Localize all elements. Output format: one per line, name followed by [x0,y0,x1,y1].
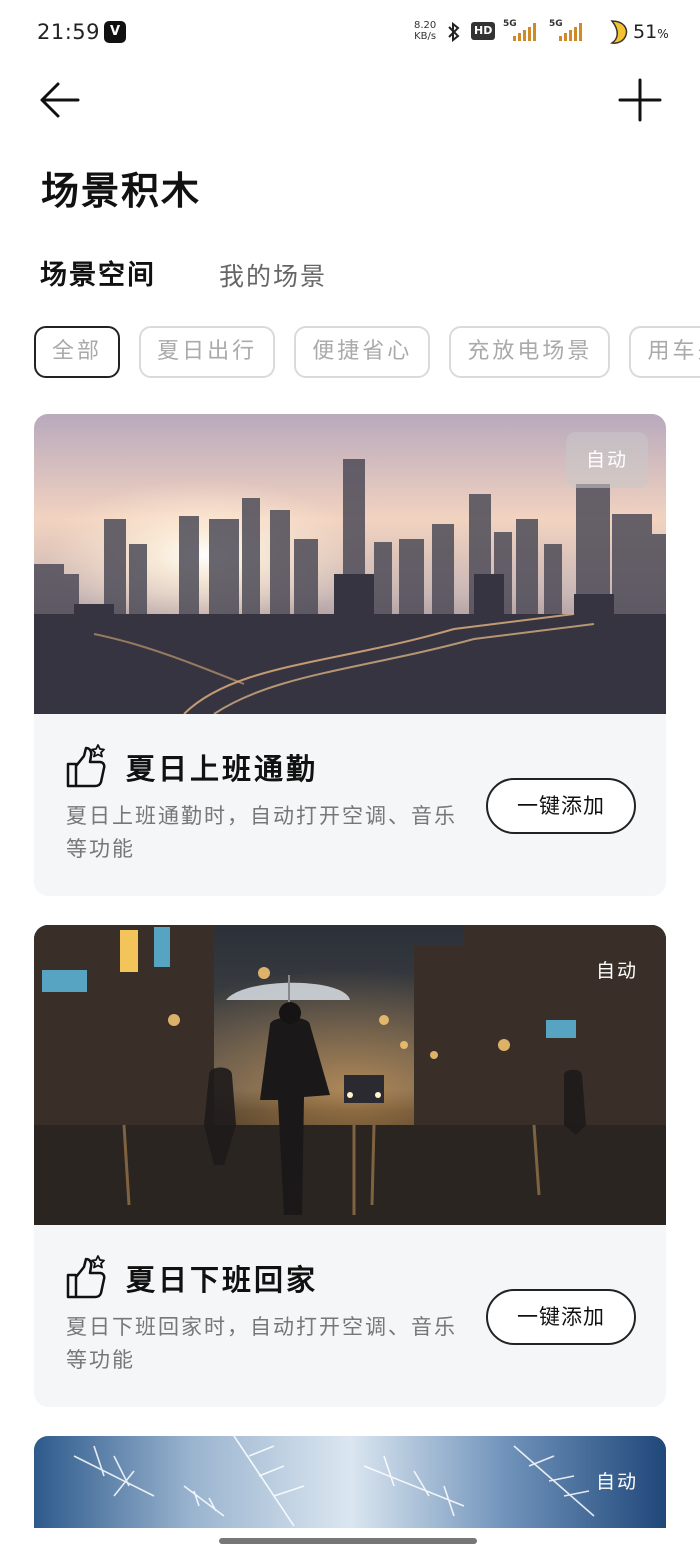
plus-icon [618,78,662,122]
chip-vehicle[interactable]: 用车关 [629,326,700,378]
one-click-add-button[interactable]: 一键添加 [486,778,636,834]
hd-voice-badge: HD [471,22,496,40]
scene-title: 夏日下班回家 [126,1263,319,1297]
scene-card[interactable]: 自动 夏日下班回家 夏日下班回家时，自动打开空调、音乐等功能 一键添加 [34,925,666,1407]
notification-app-icon: V [104,21,126,43]
auto-badge: 自动 [566,432,648,488]
rainy-street-image: 自动 [34,925,666,1225]
chip-convenient[interactable]: 便捷省心 [294,326,431,378]
scene-title: 夏日上班通勤 [126,752,319,786]
bluetooth-icon [448,21,460,43]
auto-badge: 自动 [595,1471,638,1493]
battery-percent-suffix: % [657,27,669,41]
network-speed: 8.20 KB/s [414,20,436,42]
frost-crystals-illustration [34,1436,666,1528]
back-button[interactable] [38,80,82,120]
network-speed-unit: KB/s [414,31,437,42]
scene-card[interactable]: 自动 [34,1436,666,1528]
card-body: 夏日上班通勤 夏日上班通勤时，自动打开空调、音乐等功能 一键添加 [34,714,666,896]
tab-scene-space[interactable]: 场景空间 [40,253,156,292]
battery-icon [610,20,628,44]
status-time: 21:59 [37,20,101,44]
network-speed-value: 8.20 [414,20,437,31]
thumbs-up-star-icon [66,744,106,788]
card-body: 夏日下班回家 夏日下班回家时，自动打开空调、音乐等功能 一键添加 [34,1225,666,1407]
category-filter-row: 全部 夏日出行 便捷省心 充放电场景 用车关 [34,326,700,380]
battery-percent: 51% [633,21,669,43]
arrow-left-icon [40,82,80,118]
home-indicator[interactable] [219,1538,477,1544]
city-skyline-image: 自动 [34,414,666,714]
status-bar: 21:59 V 8.20 KB/s HD 5G 5G 51% [0,0,700,66]
add-scene-plus-button[interactable] [616,78,664,122]
auto-badge: 自动 [595,960,638,982]
scene-description: 夏日上班通勤时，自动打开空调、音乐等功能 [66,804,457,861]
page-title: 场景积木 [41,168,202,213]
rainy-street-illustration [34,925,666,1225]
scene-card[interactable]: 自动 夏日上班通勤 夏日上班通勤时，自动打开空调、音乐等功能 一键添加 [34,414,666,896]
chip-charging[interactable]: 充放电场景 [449,326,611,378]
chip-summer-travel[interactable]: 夏日出行 [139,326,276,378]
one-click-add-button[interactable]: 一键添加 [486,1289,636,1345]
tab-my-scenes[interactable]: 我的场景 [219,257,327,293]
frost-crystals-image: 自动 [34,1436,666,1528]
thumbs-up-star-icon [66,1255,106,1299]
scene-description: 夏日下班回家时，自动打开空调、音乐等功能 [66,1315,457,1372]
chip-all[interactable]: 全部 [34,326,121,378]
battery-percent-value: 51 [633,21,658,43]
